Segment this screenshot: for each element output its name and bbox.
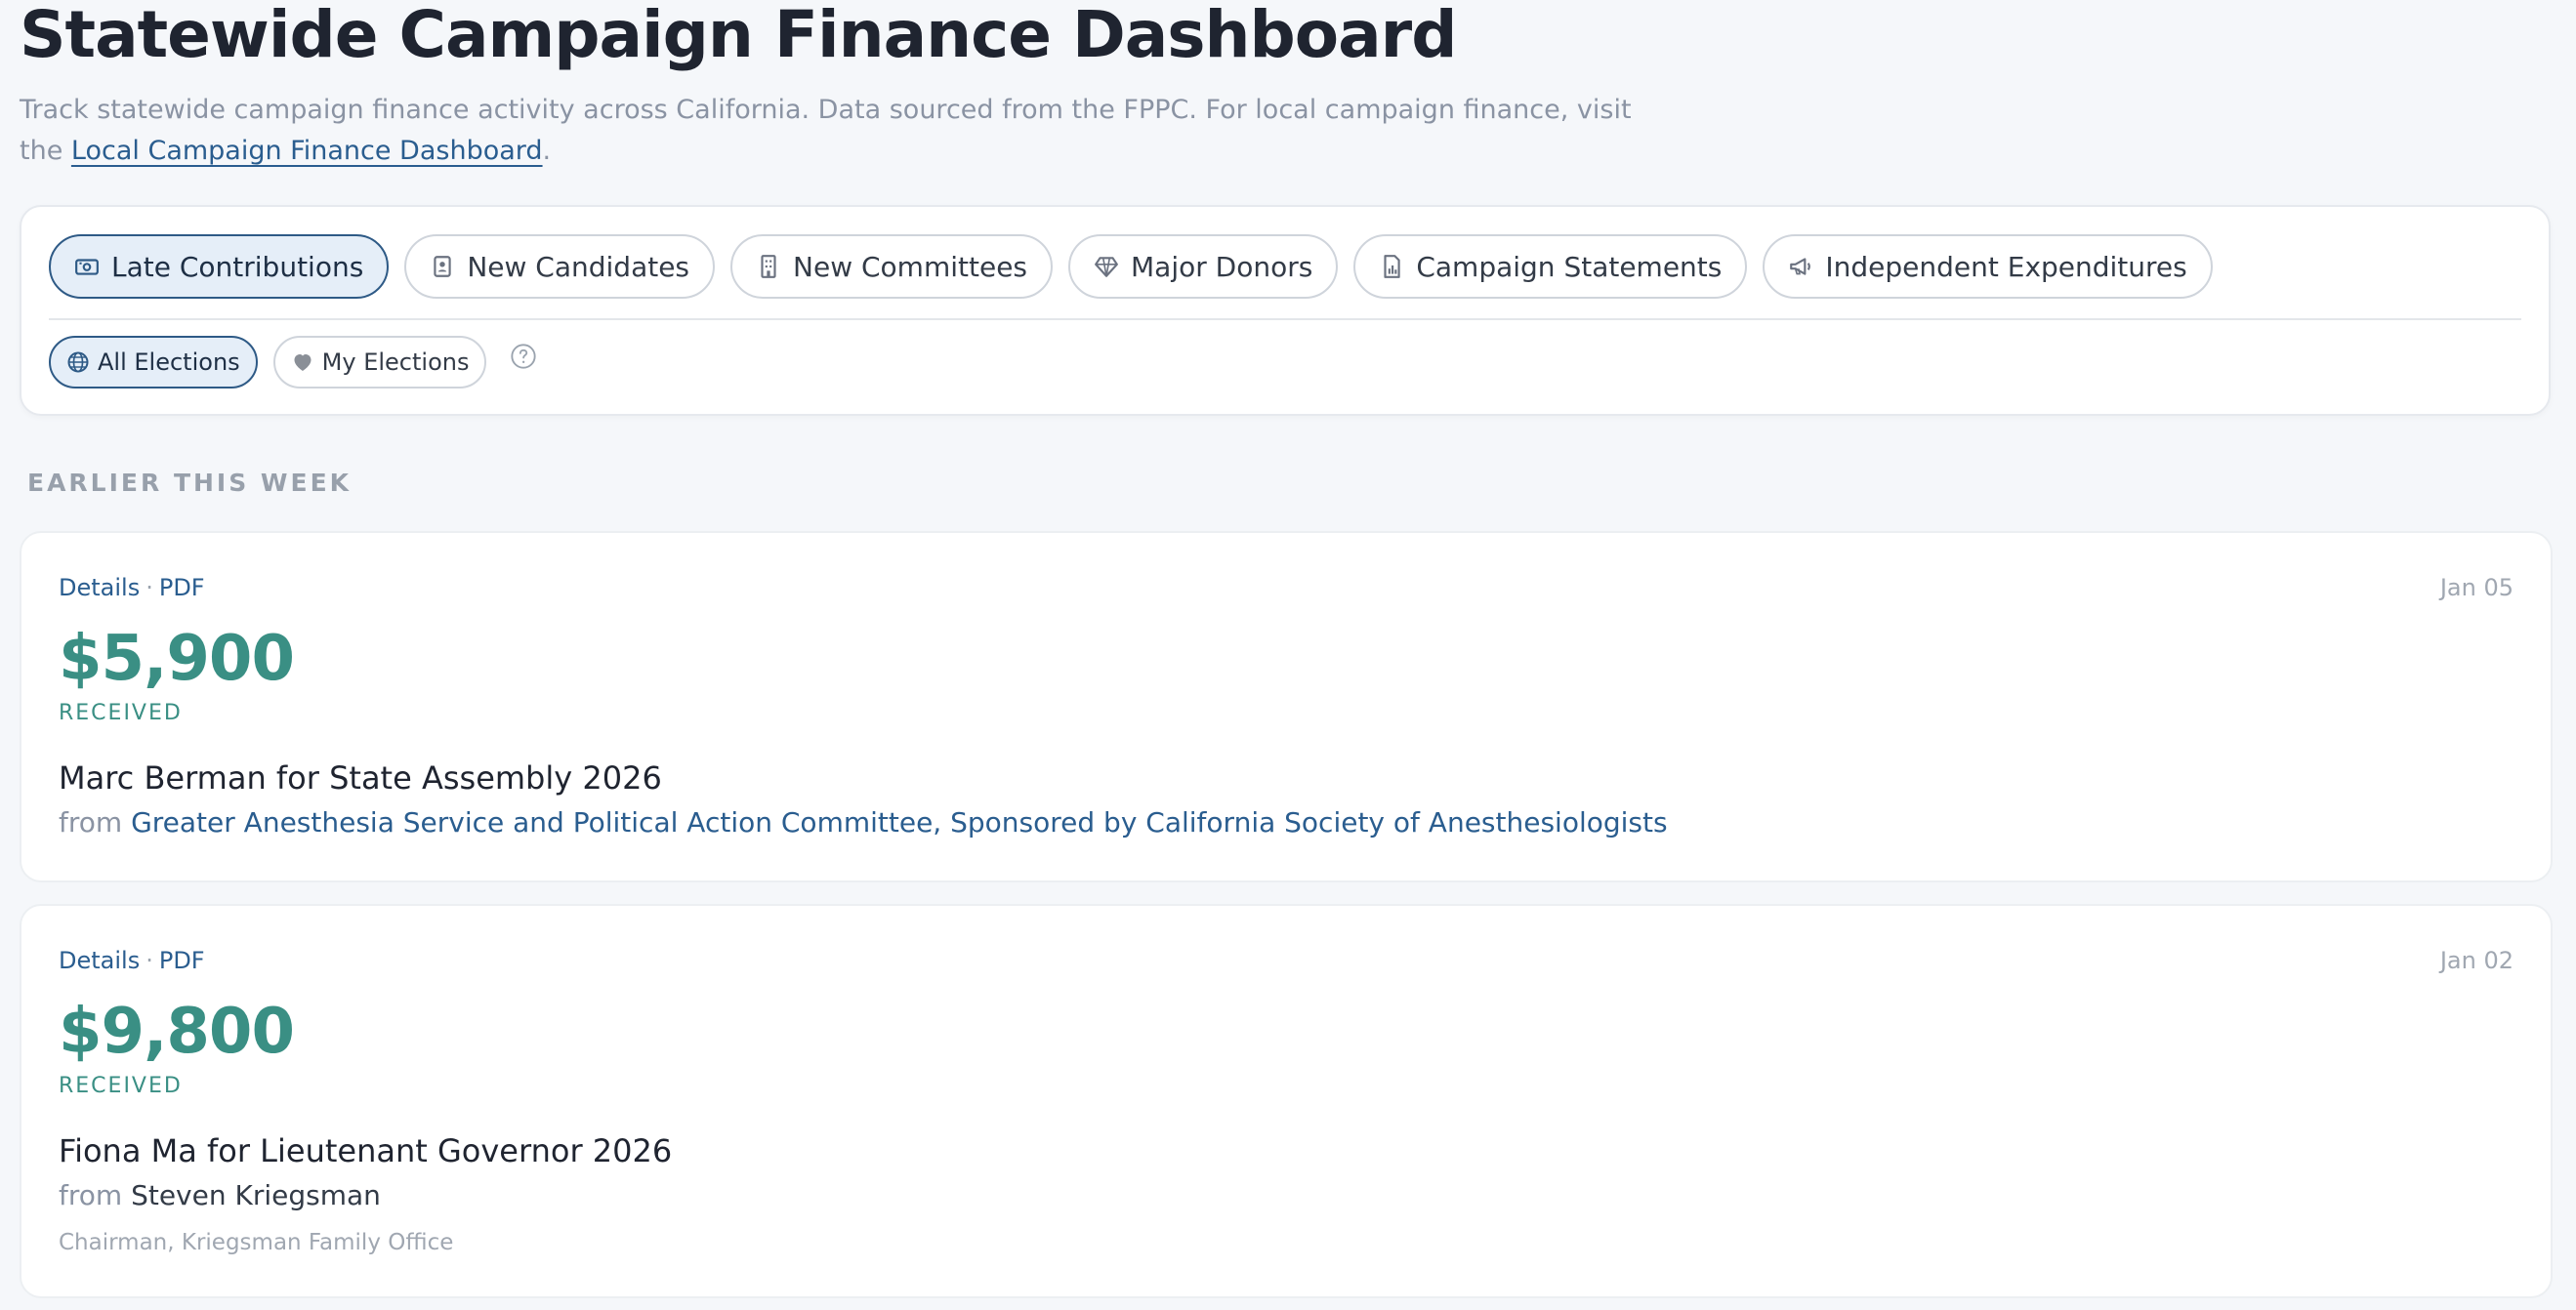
recipient-name: Marc Berman for State Assembly 2026 [59,759,662,797]
contribution-amount: $9,800 [59,996,295,1068]
link-separator: · [145,947,153,974]
globe-icon [67,351,89,373]
tab-major-donors[interactable]: Major Donors [1068,234,1339,299]
tab-new-candidates[interactable]: New Candidates [404,234,716,299]
contribution-card: Details · PDF Jan 02 $9,800 RECEIVED Fiona… [20,904,2553,1298]
card-links: Details · PDF [59,574,205,601]
from-label: from [59,1179,123,1211]
filter-all-elections[interactable]: All Elections [49,336,258,389]
tab-label: New Committees [793,250,1028,283]
election-filters: All Elections My Elections [49,336,537,389]
tab-campaign-statements[interactable]: Campaign Statements [1353,234,1748,299]
from-label: from [59,806,123,839]
card-date: Jan 05 [2439,574,2514,601]
donor-title: Chairman, Kriegsman Family Office [59,1230,454,1255]
cash-icon [75,259,99,275]
recipient-name: Fiona Ma for Lieutenant Governor 2026 [59,1132,673,1169]
page-subtitle: Track statewide campaign finance activit… [20,90,1660,172]
local-dashboard-link[interactable]: Local Campaign Finance Dashboard [71,136,543,166]
subtitle-end: . [542,136,552,166]
contribution-amount: $5,900 [59,623,295,695]
filter-my-elections[interactable]: My Elections [272,336,487,389]
contribution-status: RECEIVED [59,1074,183,1098]
help-icon[interactable] [510,343,537,370]
donor-link[interactable]: Greater Anesthesia Service and Political… [131,806,1668,839]
heart-icon [294,354,312,371]
pdf-link[interactable]: PDF [159,574,205,601]
donor-name: Steven Kriegsman [131,1179,381,1211]
id-badge-icon [434,256,451,277]
document-chart-icon [1384,255,1400,278]
link-separator: · [145,574,153,601]
building-icon [761,255,776,278]
details-link[interactable]: Details [59,947,140,974]
tab-independent-expenditures[interactable]: Independent Expenditures [1763,234,2213,299]
tab-label: Late Contributions [111,250,364,283]
page-title: Statewide Campaign Finance Dashboard [20,0,1457,72]
details-link[interactable]: Details [59,574,140,601]
megaphone-icon [1790,258,1811,275]
donor-line: from Greater Anesthesia Service and Poli… [59,806,1668,839]
contribution-card: Details · PDF Jan 05 $5,900 RECEIVED Marc … [20,531,2553,882]
section-heading: EARLIER THIS WEEK [27,469,353,497]
diamond-icon [1095,257,1118,277]
tab-label: Independent Expenditures [1825,250,2187,283]
filter-panel: Late Contributions New Candidates New Co… [20,205,2551,416]
card-links: Details · PDF [59,947,205,974]
card-date: Jan 02 [2439,947,2514,974]
tab-label: New Candidates [467,250,690,283]
filter-divider [49,318,2521,320]
contribution-status: RECEIVED [59,701,183,725]
category-tabs: Late Contributions New Candidates New Co… [49,234,2213,303]
tab-late-contributions[interactable]: Late Contributions [49,234,390,299]
filter-label: All Elections [98,348,240,376]
filter-label: My Elections [321,348,470,376]
tab-new-committees[interactable]: New Committees [730,234,1054,299]
tab-label: Campaign Statements [1416,250,1723,283]
tab-label: Major Donors [1131,250,1313,283]
pdf-link[interactable]: PDF [159,947,205,974]
donor-line: from Steven Kriegsman [59,1179,381,1211]
